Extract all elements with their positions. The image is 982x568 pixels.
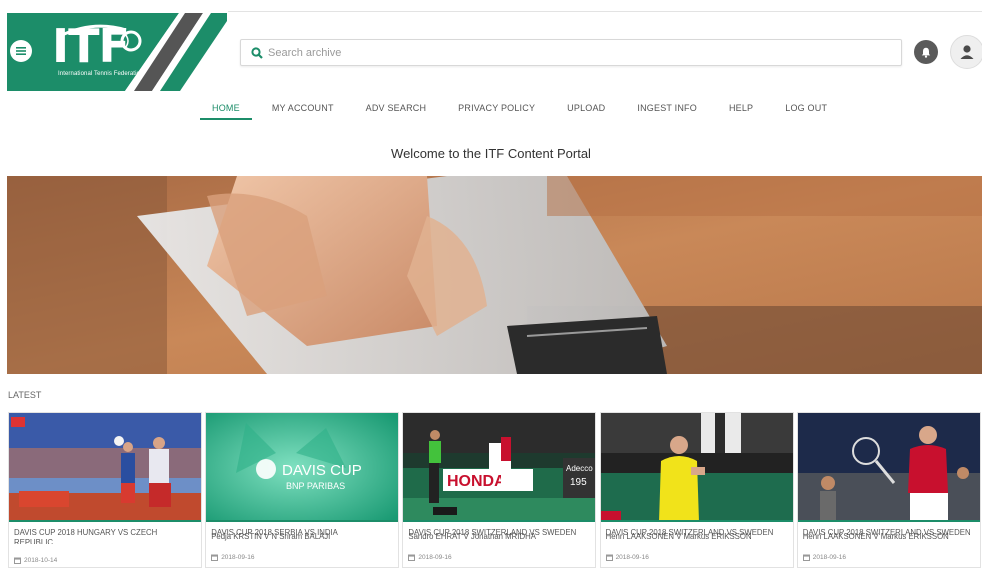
user-icon [960,45,974,59]
score-display-text: 195 [570,477,587,488]
card-date-text: 2018-09-16 [615,554,649,561]
latest-cards: DAVIS CUP 2018 HUNGARY VS CZECH REPUBLIC… [8,412,982,568]
card-date-text: 2018-09-16 [418,554,452,561]
video-thumbnail [9,413,201,522]
calendar-icon [802,554,810,561]
video-card[interactable]: DAVIS CUP 2018 SWITZERLAND VS SWEDEN Hen… [599,412,794,568]
card-date: 2018-09-16 [403,551,595,561]
nav-my-account[interactable]: MY ACCOUNT [272,100,334,120]
main-nav: HOME MY ACCOUNT ADV SEARCH PRIVACY POLIC… [200,100,859,122]
search-input[interactable] [268,46,868,59]
logo-subtitle: International Tennis Federation [58,71,144,77]
calendar-icon [408,554,416,561]
bell-icon [921,47,931,58]
card-date: 2018-10-14 [9,554,201,564]
card-players [9,544,201,554]
honda-banner-text: HONDA [447,473,506,490]
card-date: 2018-09-16 [601,551,793,561]
notifications-button[interactable] [914,40,938,64]
welcome-heading: Welcome to the ITF Content Portal [391,146,591,161]
video-card[interactable]: DAVIS CUP 2018 SWITZERLAND VS SWEDEN Hen… [796,412,981,568]
card-date: 2018-09-16 [798,551,980,561]
nav-upload[interactable]: UPLOAD [567,100,605,120]
video-card[interactable]: DAVIS CUP BNP PARIBAS DAVIS CUP 2018 SER… [205,412,400,568]
user-avatar[interactable] [950,35,982,69]
top-border [0,0,982,13]
logo-swoosh [59,24,127,38]
latest-label: LATEST [8,390,42,400]
video-thumbnail [797,413,980,522]
calendar-icon [605,554,613,561]
video-thumbnail: HONDA Adecco 195 [403,413,596,522]
video-thumbnail [600,413,793,522]
nav-help[interactable]: HELP [729,100,753,120]
menu-button[interactable] [10,40,32,62]
search-icon [251,46,263,59]
card-date: 2018-09-16 [206,551,398,561]
davis-cup-logo-text: DAVIS CUP [282,462,362,479]
nav-log-out[interactable]: LOG OUT [785,100,827,120]
search-bar[interactable] [240,39,902,66]
calendar-icon [14,557,21,564]
card-date-text: 2018-09-16 [812,554,846,561]
bnp-logo-text: BNP PARIBAS [286,481,345,491]
adecco-banner-text: Adecco [566,464,593,473]
nav-home[interactable]: HOME [200,100,252,120]
nav-privacy-policy[interactable]: PRIVACY POLICY [458,100,535,120]
card-date-text: 2018-10-14 [24,557,58,564]
hero-image [7,176,982,374]
menu-icon [16,47,26,55]
nav-adv-search[interactable]: ADV SEARCH [366,100,427,120]
card-date-text: 2018-09-16 [221,554,255,561]
video-card[interactable]: DAVIS CUP 2018 HUNGARY VS CZECH REPUBLIC… [8,412,202,568]
calendar-icon [211,554,219,561]
nav-ingest-info[interactable]: INGEST INFO [637,100,697,120]
card-players: Pedja KRSTIN V N Sriram BALAJI [211,532,331,541]
video-thumbnail: DAVIS CUP BNP PARIBAS [206,413,399,522]
card-title: DAVIS CUP 2018 HUNGARY VS CZECH REPUBLIC [14,528,158,544]
video-card[interactable]: HONDA Adecco 195 DAVIS CUP 2018 SWITZERL… [402,412,597,568]
